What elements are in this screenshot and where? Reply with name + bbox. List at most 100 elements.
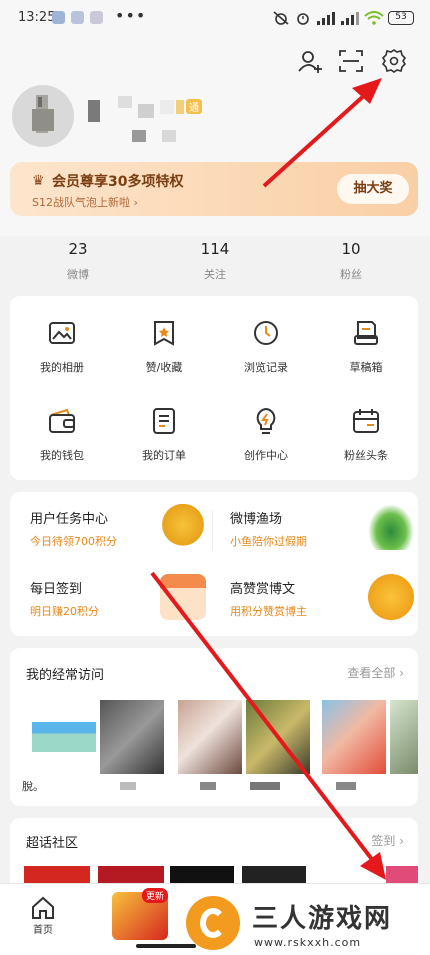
supertopic-card: 超话社区 签到 ›: [10, 818, 418, 888]
watermark: 三人游戏网 www.rskxxh.com: [182, 896, 422, 952]
crown-icon: ♛: [32, 173, 45, 189]
grid-item-creator[interactable]: 创作中心: [216, 406, 316, 463]
drafts-icon: [354, 321, 378, 345]
frequent-avatar-1[interactable]: [32, 700, 96, 774]
signal-icon: [341, 12, 359, 25]
task-title: 微博渔场: [230, 512, 283, 527]
vip-banner[interactable]: ♛ 会员尊享30多项特权 S12战队气泡上新啦 › 抽大奖: [10, 162, 418, 216]
frequent-title: 我的经常访问: [26, 668, 105, 683]
add-friend-icon[interactable]: [297, 48, 323, 74]
task-subtitle: 小鱼陪你过假期: [230, 535, 307, 548]
wifi-icon: [364, 11, 384, 25]
coin-bag-icon: [160, 504, 206, 550]
grid-label: 创作中心: [244, 449, 288, 462]
history-icon: [254, 321, 278, 345]
stat-label: 粉丝: [340, 268, 362, 281]
lottery-button[interactable]: 抽大奖: [337, 174, 409, 204]
frequent-label-pixelated: [336, 782, 356, 790]
checkin-label: 签到: [371, 834, 396, 848]
frequent-avatar-3[interactable]: [178, 700, 242, 774]
seaweed-icon: [368, 504, 414, 550]
grid-label: 浏览记录: [244, 361, 288, 374]
update-badge: 更新: [142, 888, 169, 903]
more-notifications-icon: •••: [115, 6, 147, 25]
frequent-label-1: 脫。: [22, 780, 44, 793]
tab-home-label[interactable]: 首页: [33, 921, 53, 936]
stat-value: 23: [68, 240, 88, 258]
vip-title: 会员尊享30多项特权: [52, 174, 184, 190]
user-avatar[interactable]: [12, 85, 74, 147]
calendar-checkin-icon: [160, 574, 206, 620]
grid-label: 草稿箱: [349, 361, 383, 374]
vip-badge: 通: [186, 99, 202, 114]
view-all-label: 查看全部: [347, 666, 396, 680]
battery-icon: 53: [388, 11, 414, 25]
task-reward-posts[interactable]: 高赞赏博文 用积分赞赏博主: [210, 564, 414, 634]
frequent-label-pixelated: [120, 782, 136, 790]
scan-icon[interactable]: [338, 48, 364, 74]
thumbs-up-coin-icon: [368, 574, 414, 620]
signal-icon: [317, 12, 335, 25]
task-subtitle: 用积分赞赏博主: [230, 605, 307, 618]
grid-label: 我的相册: [40, 361, 84, 374]
stat-value: 10: [341, 240, 361, 258]
app-notification-icon: [90, 11, 103, 24]
app-notification-icon: [71, 11, 84, 24]
album-icon: [49, 322, 75, 344]
grid-item-likes[interactable]: 赞/收藏: [114, 318, 214, 375]
status-time: 13:25: [18, 10, 56, 25]
stat-weibo[interactable]: 23 微博: [28, 240, 128, 282]
settings-gear-icon[interactable]: [381, 48, 407, 74]
grid-item-fans-headline[interactable]: 粉丝头条: [316, 406, 416, 463]
fans-headline-icon: [353, 409, 379, 433]
feature-grid-card: 我的相册 赞/收藏 浏览记录 草稿箱 我的钱包 我的订单 创作中心 粉丝头条: [10, 296, 418, 480]
alarm-icon: [297, 13, 309, 25]
grid-item-drafts[interactable]: 草稿箱: [316, 318, 416, 375]
stat-label: 关注: [204, 268, 226, 281]
wallet-icon: [49, 408, 75, 433]
task-subtitle: 今日待领700积分: [30, 535, 117, 548]
task-subtitle: 明日赚20积分: [30, 605, 99, 618]
frequent-avatar-2[interactable]: [100, 700, 164, 774]
grid-item-history[interactable]: 浏览记录: [216, 318, 316, 375]
home-icon[interactable]: [30, 895, 56, 921]
task-title: 每日签到: [30, 582, 83, 597]
status-bar: 13:25 ••• 53: [0, 0, 430, 36]
alarm-off-icon: [273, 11, 289, 25]
frequent-label-pixelated: [200, 782, 216, 790]
grid-label: 我的订单: [142, 449, 186, 462]
task-title: 高赞赏博文: [230, 582, 296, 597]
task-card: 用户任务中心 今日待领700积分 微博渔场 小鱼陪你过假期 每日签到 明日赚20…: [10, 492, 418, 636]
watermark-url: www.rskxxh.com: [254, 936, 362, 949]
orders-icon: [153, 408, 175, 434]
vip-subtitle[interactable]: S12战队气泡上新啦 ›: [32, 194, 138, 210]
frequent-label-pixelated: [250, 782, 280, 790]
frequent-visits-card: 我的经常访问 查看全部 › 脫。: [10, 648, 418, 806]
frequent-view-all[interactable]: 查看全部 ›: [347, 664, 404, 681]
watermark-logo: [186, 896, 240, 950]
like-favorite-icon: [154, 321, 174, 346]
grid-item-orders[interactable]: 我的订单: [114, 406, 214, 463]
battery-level: 53: [395, 12, 407, 22]
grid-item-wallet[interactable]: 我的钱包: [12, 406, 112, 463]
grid-label: 赞/收藏: [145, 361, 183, 374]
stat-label: 微博: [67, 268, 89, 281]
watermark-name: 三人游戏网: [252, 904, 393, 934]
frequent-avatar-4[interactable]: [246, 700, 310, 774]
stat-following[interactable]: 114 关注: [165, 240, 265, 282]
task-user-center[interactable]: 用户任务中心 今日待领700积分: [10, 494, 210, 564]
supertopic-title: 超话社区: [26, 836, 79, 851]
grid-label: 我的钱包: [40, 449, 84, 462]
frequent-avatar-6[interactable]: [390, 700, 418, 774]
creator-bulb-icon: [256, 407, 276, 434]
stat-followers[interactable]: 10 粉丝: [301, 240, 401, 282]
supertopic-checkin[interactable]: 签到 ›: [371, 832, 404, 849]
grid-label: 粉丝头条: [344, 449, 388, 462]
task-title: 用户任务中心: [30, 512, 109, 527]
frequent-avatar-5[interactable]: [322, 700, 386, 774]
task-fishing[interactable]: 微博渔场 小鱼陪你过假期: [210, 494, 414, 564]
stats-row: 23 微博 114 关注 10 粉丝: [0, 240, 430, 290]
grid-item-album[interactable]: 我的相册: [12, 318, 112, 375]
task-daily-checkin[interactable]: 每日签到 明日赚20积分: [10, 564, 210, 634]
app-notification-icon: [52, 11, 65, 24]
